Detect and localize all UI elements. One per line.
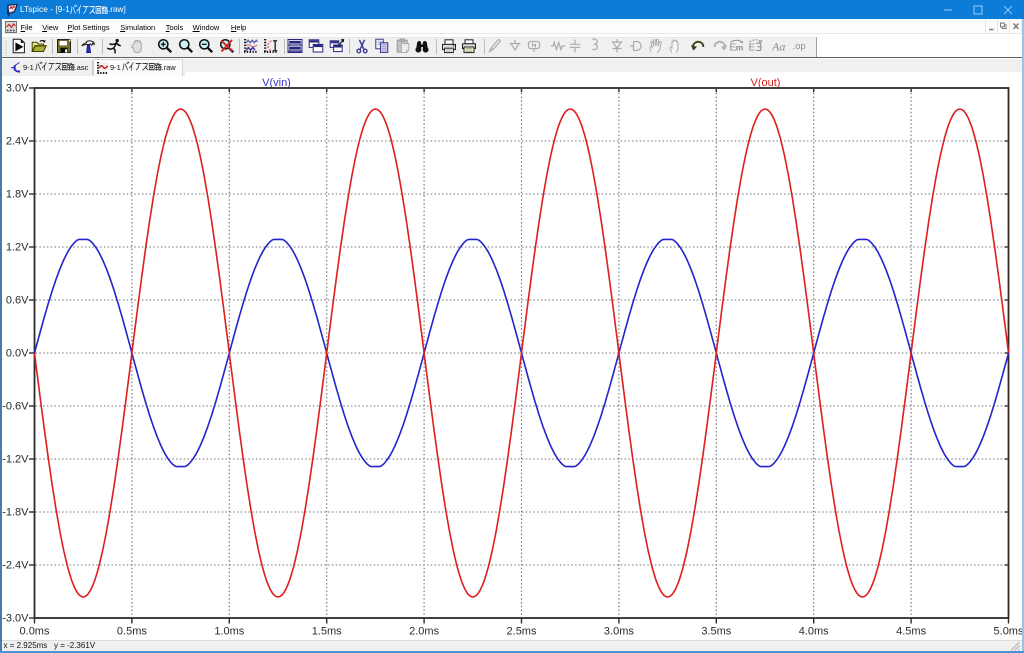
svg-text:-3.0V: -3.0V xyxy=(2,613,29,625)
svg-text:1.8V: 1.8V xyxy=(5,189,28,201)
svg-text:0.0ms: 0.0ms xyxy=(19,626,49,638)
svg-text:E: E xyxy=(748,42,755,53)
svg-text:.op: .op xyxy=(792,41,805,52)
svg-text:-0.6V: -0.6V xyxy=(2,401,29,413)
svg-text:3.0ms: 3.0ms xyxy=(603,626,633,638)
svg-text:0.6V: 0.6V xyxy=(5,295,28,307)
svg-text:2.5ms: 2.5ms xyxy=(506,626,536,638)
svg-text:2.4V: 2.4V xyxy=(5,136,28,148)
svg-text:Aa: Aa xyxy=(772,39,785,53)
svg-text:0.5ms: 0.5ms xyxy=(116,626,146,638)
svg-text:4.0ms: 4.0ms xyxy=(798,626,828,638)
svg-text:1.2V: 1.2V xyxy=(5,242,28,254)
svg-text:3.0V: 3.0V xyxy=(5,83,28,95)
svg-text:4.5ms: 4.5ms xyxy=(896,626,926,638)
svg-text:-2.4V: -2.4V xyxy=(2,560,29,572)
svg-text:-1.2V: -1.2V xyxy=(2,454,29,466)
svg-text:1.0ms: 1.0ms xyxy=(214,626,244,638)
svg-text:2.0ms: 2.0ms xyxy=(409,626,439,638)
svg-text:0.0V: 0.0V xyxy=(5,348,28,360)
svg-text:m: m xyxy=(736,42,744,52)
svg-text:3.5ms: 3.5ms xyxy=(701,626,731,638)
svg-text:1.5ms: 1.5ms xyxy=(311,626,341,638)
svg-text:5.0ms: 5.0ms xyxy=(993,626,1022,638)
svg-text:-1.8V: -1.8V xyxy=(2,507,29,519)
